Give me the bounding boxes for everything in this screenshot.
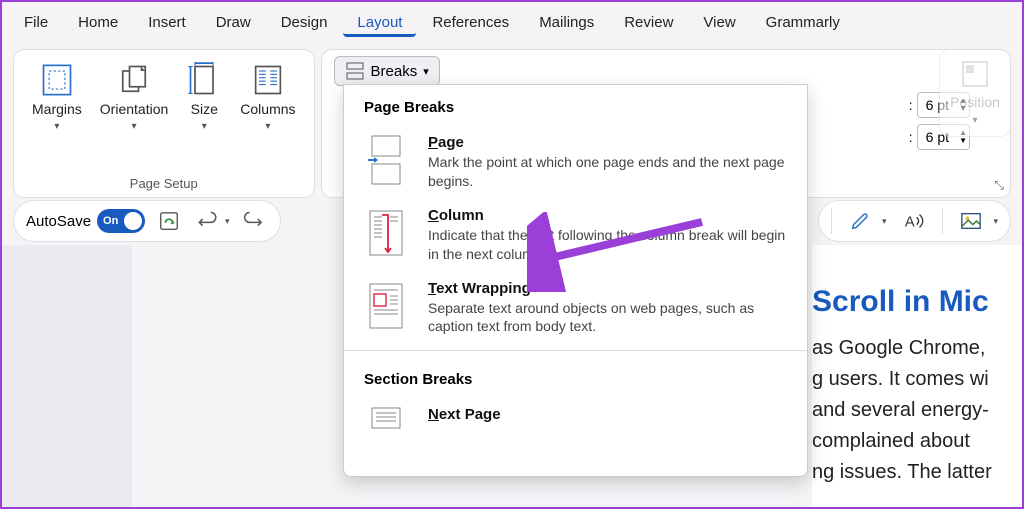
pen-icon (849, 210, 871, 232)
save-sync-icon (158, 210, 180, 232)
break-option-text-wrapping[interactable]: Text Wrapping Separate text around objec… (344, 272, 807, 345)
tab-draw[interactable]: Draw (202, 8, 265, 37)
columns-label: Columns (240, 102, 295, 117)
undo-icon (196, 210, 218, 232)
redo-button[interactable] (240, 207, 268, 235)
tab-grammarly[interactable]: Grammarly (752, 8, 854, 37)
redo-icon (243, 210, 265, 232)
column-break-desc: Indicate that the text following the col… (428, 226, 787, 264)
size-icon (186, 62, 222, 98)
next-page-break-icon (364, 406, 408, 458)
menu-bar: File Home Insert Draw Design Layout Refe… (2, 2, 1022, 42)
editor-dropdown[interactable]: ▾ (882, 216, 887, 227)
chevron-down-icon: ▾ (202, 121, 207, 132)
size-button[interactable]: Size ▾ (180, 58, 228, 174)
document-heading: Scroll in Mic (812, 285, 1022, 319)
read-aloud-button[interactable]: A (900, 207, 928, 235)
tab-review[interactable]: Review (610, 8, 687, 37)
navigation-pane[interactable] (2, 245, 132, 507)
save-button[interactable] (155, 207, 183, 235)
tab-mailings[interactable]: Mailings (525, 8, 608, 37)
margins-button[interactable]: Margins ▾ (26, 58, 88, 174)
next-page-title: Next Page (428, 406, 787, 423)
document-body: as Google Chrome, g users. It comes wi a… (812, 333, 1022, 488)
chevron-down-icon: ▾ (972, 115, 977, 126)
arrange-group: Position ▾ (940, 50, 1010, 136)
tab-home[interactable]: Home (64, 8, 132, 37)
tab-view[interactable]: View (689, 8, 749, 37)
chevron-down-icon: ▾ (423, 65, 429, 78)
page-setup-group-label: Page Setup (26, 174, 302, 193)
page-break-icon (364, 134, 408, 186)
read-aloud-icon: A (903, 210, 925, 232)
picture-button[interactable] (957, 207, 985, 235)
undo-dropdown[interactable]: ▾ (225, 216, 230, 227)
break-option-next-page[interactable]: Next Page (344, 398, 807, 466)
chevron-down-icon: ▾ (265, 121, 270, 132)
breaks-dropdown: Page Breaks Page Mark the point at which… (343, 84, 808, 477)
size-label: Size (191, 102, 218, 117)
position-label: Position (948, 95, 1002, 110)
undo-button[interactable] (193, 207, 221, 235)
section-breaks-header: Section Breaks (344, 357, 807, 398)
break-option-column[interactable]: Column Indicate that the text following … (344, 199, 807, 272)
columns-icon (250, 62, 286, 98)
tab-file[interactable]: File (10, 8, 62, 37)
columns-button[interactable]: Columns ▾ (234, 58, 301, 174)
orientation-button[interactable]: Orientation ▾ (94, 58, 174, 174)
picture-icon (960, 210, 982, 232)
editor-button[interactable] (846, 207, 874, 235)
page-breaks-header: Page Breaks (344, 85, 807, 126)
margins-icon (39, 62, 75, 98)
text-wrapping-desc: Separate text around objects on web page… (428, 299, 787, 337)
page-setup-group: Margins ▾ Orientation ▾ Size ▾ Columns ▾… (14, 50, 314, 197)
tab-references[interactable]: References (418, 8, 523, 37)
chevron-down-icon: ▾ (132, 121, 137, 132)
margins-label: Margins (32, 102, 82, 117)
text-wrapping-icon (364, 280, 408, 332)
autosave-toggle[interactable]: On (97, 209, 145, 233)
tab-layout[interactable]: Layout (343, 8, 416, 37)
orientation-label: Orientation (100, 102, 168, 117)
picture-dropdown[interactable]: ▾ (993, 216, 998, 227)
break-option-page[interactable]: Page Mark the point at which one page en… (344, 126, 807, 199)
dialog-launcher-icon[interactable]: ⤡ (994, 178, 1004, 193)
text-wrapping-title: Text Wrapping (428, 280, 787, 297)
column-break-icon (364, 207, 408, 259)
svg-text:A: A (905, 215, 915, 231)
chevron-down-icon: ▾ (54, 121, 59, 132)
autosave-label: AutoSave (26, 213, 91, 230)
page-break-title: Page (428, 134, 787, 151)
tab-design[interactable]: Design (267, 8, 342, 37)
document-page[interactable]: Scroll in Mic as Google Chrome, g users.… (812, 245, 1022, 507)
column-break-title: Column (428, 207, 787, 224)
orientation-icon (116, 62, 152, 98)
breaks-label: Breaks (371, 63, 418, 80)
autosave-state: On (103, 215, 118, 227)
position-icon (959, 58, 991, 90)
page-break-desc: Mark the point at which one page ends an… (428, 153, 787, 191)
breaks-icon (345, 61, 365, 81)
tab-insert[interactable]: Insert (134, 8, 200, 37)
breaks-button[interactable]: Breaks ▾ (334, 56, 440, 86)
